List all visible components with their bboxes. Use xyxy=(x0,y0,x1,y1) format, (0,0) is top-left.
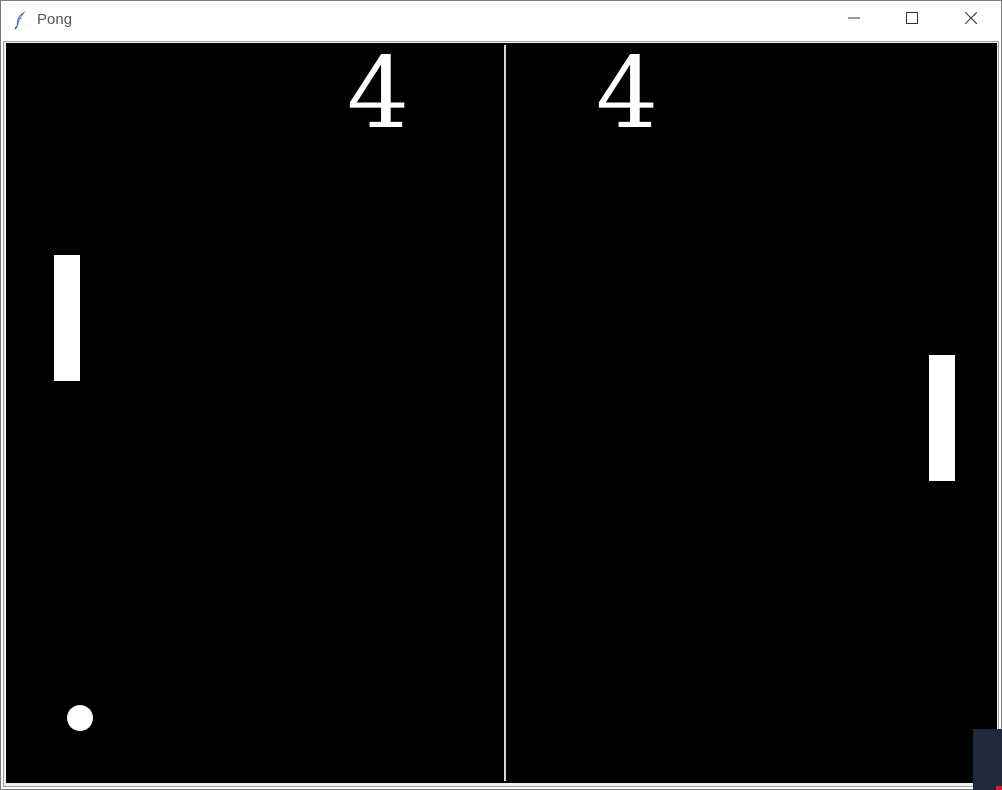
maximize-icon xyxy=(906,11,918,29)
close-icon xyxy=(964,11,978,29)
title-bar[interactable]: Pong xyxy=(1,1,1001,39)
minimize-icon xyxy=(848,11,860,29)
center-net xyxy=(504,45,506,781)
maximize-button[interactable] xyxy=(883,1,941,39)
feather-icon xyxy=(13,10,29,30)
right-paddle xyxy=(929,355,955,481)
right-score: 4 xyxy=(595,43,659,151)
window-title: Pong xyxy=(37,11,73,28)
close-button[interactable] xyxy=(942,1,1000,39)
left-paddle xyxy=(54,255,80,381)
left-score: 4 xyxy=(346,43,410,151)
minimize-button[interactable] xyxy=(825,1,883,39)
ball xyxy=(67,705,93,731)
taskbar-indicator xyxy=(996,786,1002,790)
taskbar-corner xyxy=(973,729,1002,790)
game-canvas[interactable]: 4 4 xyxy=(6,43,997,783)
